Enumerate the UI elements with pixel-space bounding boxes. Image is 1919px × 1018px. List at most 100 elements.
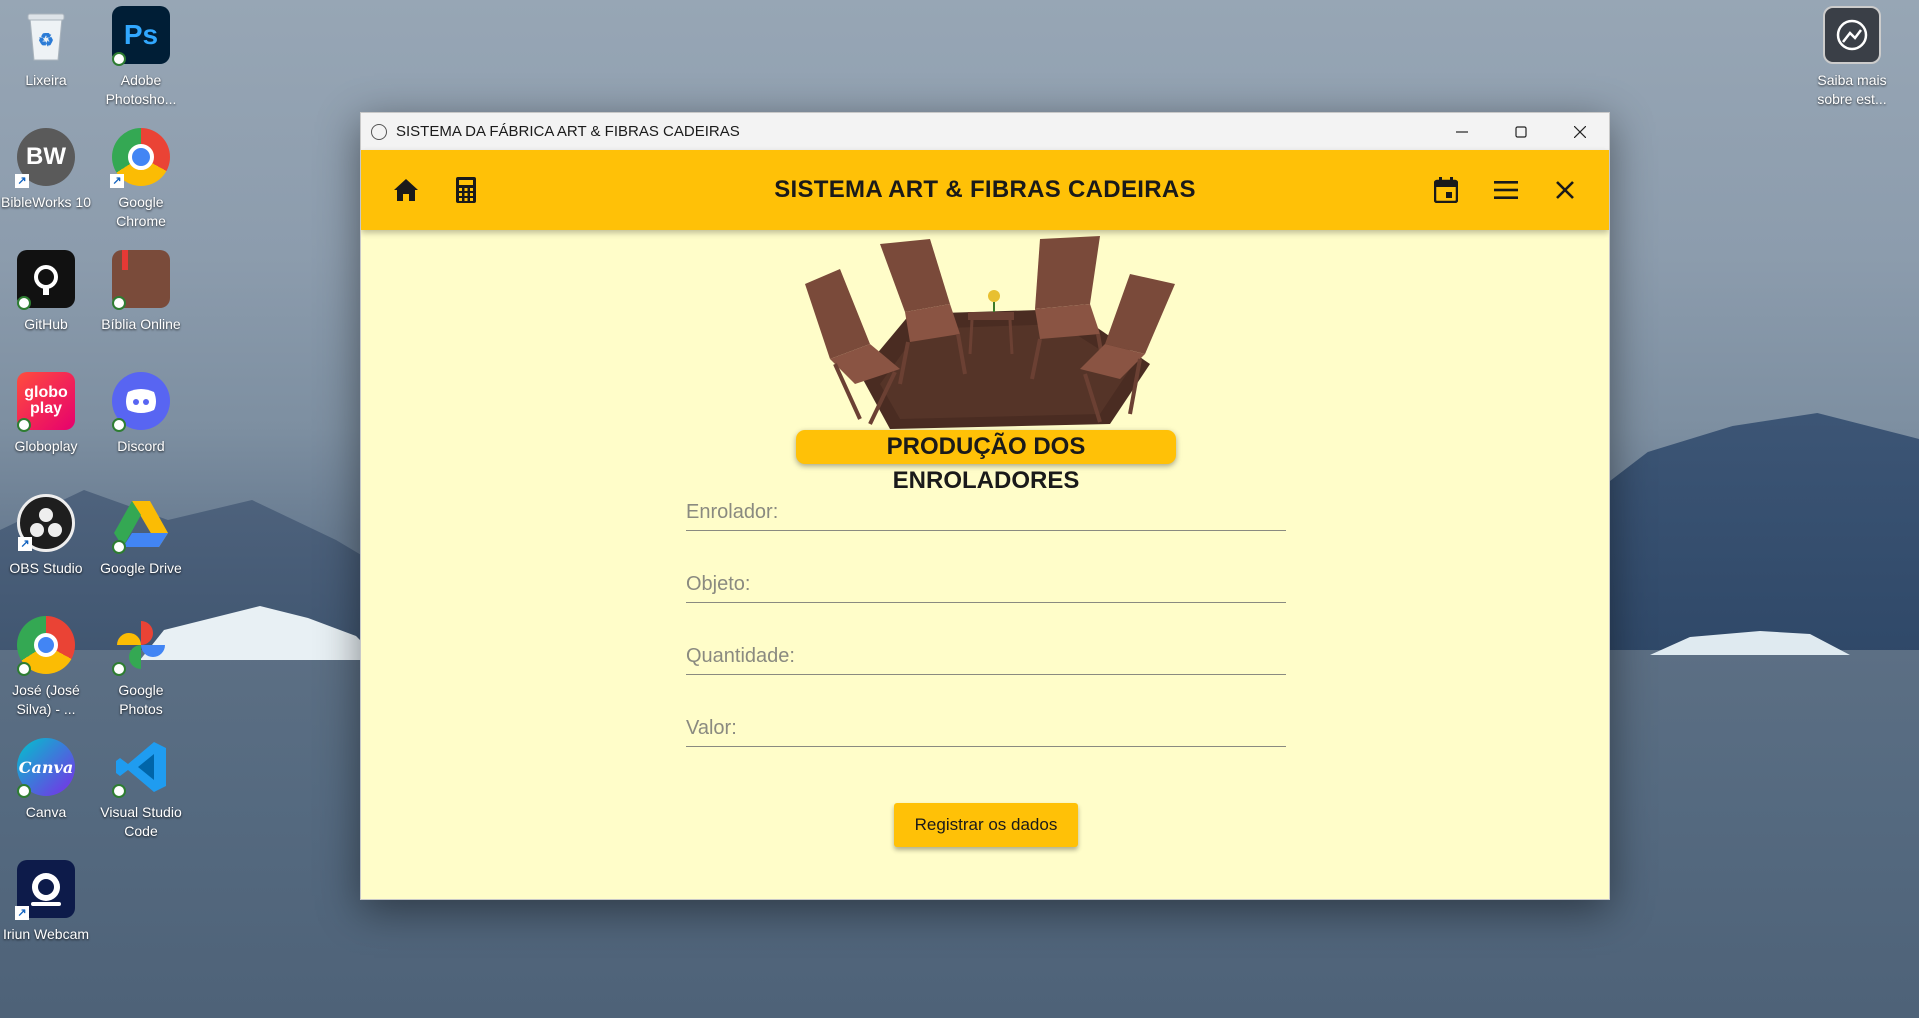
desktop-icon-label: Iriun Webcam [2,926,90,942]
objeto-input[interactable] [686,559,1286,602]
desktop: ♻ Lixeira BW ↗ BibleWorks 10 GitHub glob… [0,0,1919,1018]
desktop-icon-google-photos[interactable]: Google Photos [95,616,187,719]
sync-check-icon [112,540,126,554]
chrome-icon: ↗ [110,128,170,188]
valor-field[interactable] [686,703,1286,747]
desktop-icon-label: Canva [25,804,67,820]
maximize-icon [1514,125,1527,138]
app-toolbar: SISTEMA ART & FIBRAS CADEIRAS [361,150,1609,230]
sync-check-icon [17,662,31,676]
photoshop-badge: Ps [123,19,159,50]
sync-check-icon [112,296,126,310]
desktop-icon-label: Saiba mais sobre est... [1817,72,1887,107]
svg-text:♻: ♻ [38,30,54,50]
desktop-icon-label: Visual Studio Code [100,804,182,839]
desktop-icon-label: Discord [117,438,165,454]
sync-check-icon [17,296,31,310]
main-content: PRODUÇÃO DOS ENROLADORES Registrar os da… [361,230,1609,899]
app-title: SISTEMA ART & FIBRAS CADEIRAS [774,176,1196,203]
minimize-icon [1455,130,1468,133]
bible-icon [112,250,170,310]
desktop-icon-label: Google Chrome [116,194,166,229]
maximize-button[interactable] [1491,113,1550,150]
valor-input[interactable] [686,703,1286,746]
desktop-icon-spotlight[interactable]: Saiba mais sobre est... [1806,6,1898,109]
sync-check-icon [112,662,126,676]
bibleworks-icon: BW ↗ [15,128,75,188]
close-icon [1556,181,1574,199]
desktop-icon-obs[interactable]: ↗ OBS Studio [0,494,92,578]
vscode-icon [112,738,170,798]
desktop-icon-label: Google Photos [118,682,164,717]
window-title: SISTEMA DA FÁBRICA ART & FIBRAS CADEIRAS [396,123,740,140]
globoplay-icon: globo play [17,372,75,432]
google-drive-icon [112,494,170,554]
chairs-hero-image [805,236,1175,429]
sync-check-icon [17,418,31,432]
desktop-icon-label: GitHub [24,316,68,332]
quantidade-input[interactable] [686,631,1286,674]
desktop-icon-label: OBS Studio [9,560,83,576]
desktop-icon-github[interactable]: GitHub [0,250,92,334]
desktop-icon-label: Google Drive [100,560,182,576]
photoshop-icon: Ps [112,6,170,66]
calendar-button[interactable] [1426,170,1466,210]
desktop-icon-label: Adobe Photosho... [105,72,177,107]
webcam-icon: ↗ [15,860,75,920]
discord-icon [112,372,170,432]
window-close-icon [1573,125,1586,138]
minimize-button[interactable] [1432,113,1491,150]
wallpaper-mountain-right [1580,413,1919,660]
desktop-icon-google-drive[interactable]: Google Drive [95,494,187,578]
shortcut-arrow-icon: ↗ [18,537,32,551]
section-heading: PRODUÇÃO DOS ENROLADORES [796,430,1176,494]
github-icon [17,250,75,310]
window-close-button[interactable] [1550,113,1609,150]
desktop-icon-biblia-online[interactable]: Bíblia Online [95,250,187,334]
globoplay-badge: globo play [24,384,68,417]
shortcut-arrow-icon: ↗ [15,174,29,188]
shortcut-arrow-icon: ↗ [110,174,124,188]
app-small-icon [371,123,387,140]
window-titlebar[interactable]: SISTEMA DA FÁBRICA ART & FIBRAS CADEIRAS [361,113,1609,150]
desktop-icon-globoplay[interactable]: globo play Globoplay [0,372,92,456]
desktop-icon-label: Lixeira [25,72,67,88]
desktop-icon-lixeira[interactable]: ♻ Lixeira [0,6,92,90]
desktop-icon-label: José (José Silva) - ... [12,682,80,717]
obs-icon: ↗ [17,494,75,552]
desktop-icon-label: Globoplay [14,438,78,454]
spotlight-icon [1823,6,1881,64]
shortcut-arrow-icon: ↗ [15,906,29,920]
menu-icon [1494,181,1518,199]
recycle-bin-icon: ♻ [17,6,75,64]
register-button[interactable]: Registrar os dados [894,803,1078,847]
desktop-icon-bibleworks[interactable]: BW ↗ BibleWorks 10 [0,128,92,212]
enrolador-input[interactable] [686,487,1286,530]
desktop-icon-jose-chrome[interactable]: José (José Silva) - ... [0,616,92,719]
desktop-icon-label: BibleWorks 10 [0,194,91,210]
sync-check-icon [112,418,126,432]
enrolador-field[interactable] [686,487,1286,531]
desktop-icon-photoshop[interactable]: Ps Adobe Photosho... [95,6,187,109]
desktop-icon-discord[interactable]: Discord [95,372,187,456]
quantidade-field[interactable] [686,631,1286,675]
desktop-icon-label: Bíblia Online [101,316,181,332]
window-controls [1432,113,1609,150]
menu-button[interactable] [1486,170,1526,210]
bibleworks-badge: BW [26,143,66,170]
canva-icon: Canva [17,738,75,798]
sync-check-icon [112,784,126,798]
google-photos-icon [112,616,170,676]
sync-check-icon [17,784,31,798]
desktop-icon-iriun[interactable]: ↗ Iriun Webcam [0,860,92,944]
calendar-icon [1434,177,1458,203]
app-window: SISTEMA DA FÁBRICA ART & FIBRAS CADEIRAS [360,112,1610,900]
objeto-field[interactable] [686,559,1286,603]
sync-check-icon [112,52,126,66]
canva-badge: Canva [18,757,74,777]
desktop-icon-chrome[interactable]: ↗ Google Chrome [95,128,187,231]
close-button[interactable] [1545,170,1585,210]
desktop-icon-vscode[interactable]: Visual Studio Code [95,738,187,841]
chrome-profile-icon [17,616,75,676]
desktop-icon-canva[interactable]: Canva Canva [0,738,92,822]
